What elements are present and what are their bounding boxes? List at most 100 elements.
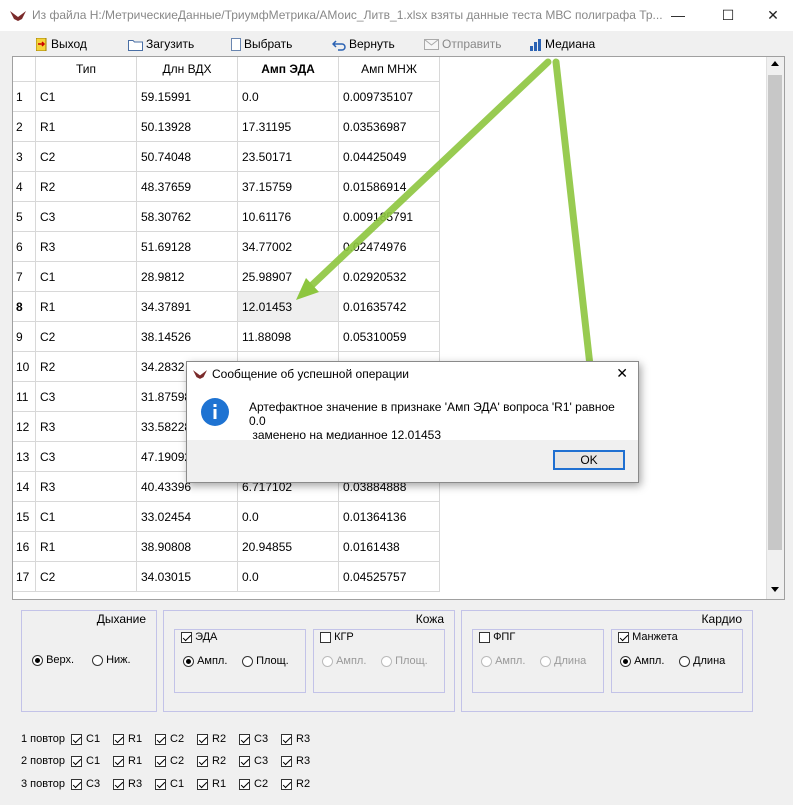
eda-area-radio[interactable] xyxy=(242,655,253,667)
repeat-checkbox[interactable] xyxy=(155,778,166,790)
type-cell[interactable]: C2 xyxy=(35,141,137,172)
eda-ampl-radio[interactable] xyxy=(183,655,194,667)
repeat-checkbox[interactable] xyxy=(113,755,124,767)
breath-upper-option[interactable]: Верх. xyxy=(32,654,74,666)
repeat-item[interactable]: R2 xyxy=(197,733,239,745)
cuff-length-radio[interactable] xyxy=(679,655,690,667)
repeat-checkbox[interactable] xyxy=(155,755,166,767)
breath-lower-radio[interactable] xyxy=(92,654,103,666)
type-cell[interactable]: R3 xyxy=(35,231,137,262)
vdh-cell[interactable]: 50.74048 xyxy=(136,141,238,172)
row-number[interactable]: 7 xyxy=(13,261,36,292)
table-row[interactable]: 9 C2 38.14526 11.88098 0.05310059 xyxy=(13,321,440,352)
row-number[interactable]: 4 xyxy=(13,171,36,202)
repeat-item[interactable]: R1 xyxy=(113,755,155,767)
type-cell[interactable]: C1 xyxy=(35,501,137,532)
repeat-checkbox[interactable] xyxy=(113,733,124,745)
repeat-checkbox[interactable] xyxy=(71,733,82,745)
type-cell[interactable]: R3 xyxy=(35,411,137,442)
table-row[interactable]: 16 R1 38.90808 20.94855 0.0161438 xyxy=(13,531,440,562)
row-number[interactable]: 1 xyxy=(13,81,36,112)
breath-lower-option[interactable]: Ниж. xyxy=(92,654,131,666)
type-cell[interactable]: R2 xyxy=(35,351,137,382)
mnzh-cell[interactable]: 0.05310059 xyxy=(338,321,440,352)
mnzh-cell[interactable]: 0.009185791 xyxy=(338,201,440,232)
eda-cell[interactable]: 34.77002 xyxy=(237,231,339,262)
dialog-close-button[interactable]: ✕ xyxy=(616,365,628,382)
table-row[interactable]: 3 C2 50.74048 23.50171 0.04425049 xyxy=(13,141,440,172)
kgr-ampl-option[interactable]: Ампл. xyxy=(322,655,366,667)
eda-cell[interactable]: 25.98907 xyxy=(237,261,339,292)
type-cell[interactable]: R3 xyxy=(35,471,137,502)
repeat-item[interactable]: C1 xyxy=(71,733,113,745)
table-row[interactable]: 5 C3 58.30762 10.61176 0.009185791 xyxy=(13,201,440,232)
eda-checkbox[interactable] xyxy=(181,631,192,643)
eda-cell[interactable]: 37.15759 xyxy=(237,171,339,202)
cuff-option[interactable]: Манжета xyxy=(618,631,680,644)
column-header-type[interactable]: Тип xyxy=(35,57,137,82)
fpg-length-radio[interactable] xyxy=(540,655,551,667)
row-number[interactable]: 10 xyxy=(13,351,36,382)
row-number[interactable]: 16 xyxy=(13,531,36,562)
type-cell[interactable]: C1 xyxy=(35,81,137,112)
fpg-length-option[interactable]: Длина xyxy=(540,655,586,667)
cuff-ampl-option[interactable]: Ампл. xyxy=(620,655,664,667)
type-cell[interactable]: R1 xyxy=(35,111,137,142)
repeat-checkbox[interactable] xyxy=(155,733,166,745)
repeat-item[interactable]: C3 xyxy=(71,778,113,790)
repeat-item[interactable]: R3 xyxy=(113,778,155,790)
row-number[interactable]: 12 xyxy=(13,411,36,442)
repeat-checkbox[interactable] xyxy=(239,755,250,767)
vdh-cell[interactable]: 59.15991 xyxy=(136,81,238,112)
type-cell[interactable]: C2 xyxy=(35,321,137,352)
load-button[interactable]: Загузить xyxy=(128,35,194,53)
repeat-checkbox[interactable] xyxy=(71,778,82,790)
mnzh-cell[interactable]: 0.04425049 xyxy=(338,141,440,172)
close-window-button[interactable]: ✕ xyxy=(750,0,793,31)
table-vertical-scrollbar[interactable] xyxy=(766,57,784,599)
table-row[interactable]: 1 C1 59.15991 0.0 0.009735107 xyxy=(13,81,440,112)
row-number[interactable]: 5 xyxy=(13,201,36,232)
type-cell[interactable]: R1 xyxy=(35,531,137,562)
repeat-item[interactable]: R1 xyxy=(197,778,239,790)
table-row[interactable]: 2 R1 50.13928 17.31195 0.03536987 xyxy=(13,111,440,142)
type-cell[interactable]: R1 xyxy=(35,291,137,322)
column-header-vdh[interactable]: Длн ВДХ xyxy=(136,57,238,82)
cuff-checkbox[interactable] xyxy=(618,631,629,643)
column-header-mnzh[interactable]: Амп МНЖ xyxy=(338,57,440,82)
repeat-item[interactable]: C3 xyxy=(239,733,281,745)
repeat-item[interactable]: C3 xyxy=(239,755,281,767)
repeat-checkbox[interactable] xyxy=(197,778,208,790)
kgr-option[interactable]: КГР xyxy=(320,631,356,644)
repeat-item[interactable]: R3 xyxy=(281,733,323,745)
repeat-checkbox[interactable] xyxy=(71,755,82,767)
fpg-checkbox[interactable] xyxy=(479,631,490,643)
row-number[interactable]: 11 xyxy=(13,381,36,412)
row-number[interactable]: 17 xyxy=(13,561,36,592)
eda-area-option[interactable]: Площ. xyxy=(242,655,289,667)
table-row[interactable]: 4 R2 48.37659 37.15759 0.01586914 xyxy=(13,171,440,202)
eda-cell[interactable]: 12.01453 xyxy=(237,291,339,322)
scroll-up-icon[interactable] xyxy=(771,61,779,66)
repeat-checkbox[interactable] xyxy=(281,755,292,767)
vdh-cell[interactable]: 28.9812 xyxy=(136,261,238,292)
table-row[interactable]: 7 C1 28.9812 25.98907 0.02920532 xyxy=(13,261,440,292)
repeat-item[interactable]: C2 xyxy=(239,778,281,790)
row-number[interactable]: 2 xyxy=(13,111,36,142)
minimize-button[interactable]: — xyxy=(655,0,701,31)
row-number[interactable]: 8 xyxy=(13,291,36,322)
eda-cell[interactable]: 0.0 xyxy=(237,81,339,112)
table-row[interactable]: 8 R1 34.37891 12.01453 0.01635742 xyxy=(13,291,440,322)
vdh-cell[interactable]: 34.03015 xyxy=(136,561,238,592)
vdh-cell[interactable]: 38.14526 xyxy=(136,321,238,352)
repeat-checkbox[interactable] xyxy=(281,778,292,790)
mnzh-cell[interactable]: 0.009735107 xyxy=(338,81,440,112)
repeat-item[interactable]: R3 xyxy=(281,755,323,767)
kgr-area-radio[interactable] xyxy=(381,655,392,667)
row-number[interactable]: 6 xyxy=(13,231,36,262)
repeat-checkbox[interactable] xyxy=(113,778,124,790)
row-number[interactable]: 14 xyxy=(13,471,36,502)
cuff-length-option[interactable]: Длина xyxy=(679,655,725,667)
eda-cell[interactable]: 0.0 xyxy=(237,501,339,532)
kgr-checkbox[interactable] xyxy=(320,631,331,643)
